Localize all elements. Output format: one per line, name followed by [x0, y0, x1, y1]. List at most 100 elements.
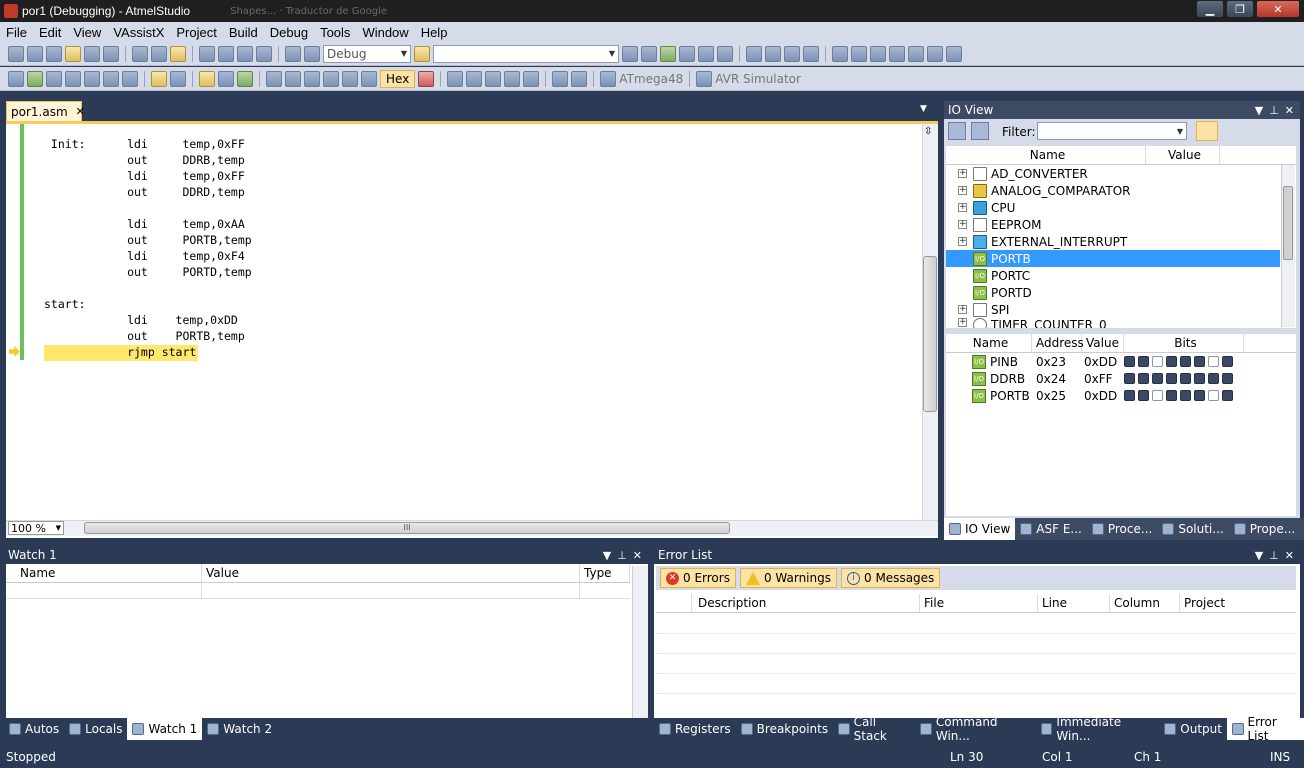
tab-command-window[interactable]: Command Win... [915, 715, 1036, 743]
errors-filter-button[interactable]: ✕ 0 Errors [660, 568, 736, 588]
start-without-debug-icon[interactable] [304, 45, 320, 62]
tree-item-eeprom[interactable]: + EEPROM [946, 216, 1296, 233]
tree-item-portd[interactable]: I/O PORTD [946, 284, 1296, 301]
code-text[interactable]: Init: ldi temp,0xFF out DDRB,temp ldi te… [44, 136, 252, 360]
tab-breakpoints[interactable]: Breakpoints [736, 718, 833, 740]
properties-icon[interactable] [641, 45, 657, 62]
processor-icon[interactable] [523, 70, 540, 87]
watch-icon[interactable] [485, 70, 502, 87]
reset-icon[interactable] [342, 70, 358, 87]
extensions-icon[interactable] [698, 45, 714, 62]
tree-item-analog-comparator[interactable]: + ANALOG_COMPARATOR [946, 182, 1296, 199]
memory-icon[interactable] [447, 70, 464, 87]
bit-toggle[interactable] [1138, 390, 1149, 401]
watch-name-header[interactable]: Name [6, 564, 202, 582]
disassembly-icon[interactable] [361, 70, 377, 87]
description-header[interactable]: Description [692, 594, 920, 612]
toolbox-icon[interactable] [660, 45, 676, 62]
bit-toggle[interactable] [1138, 356, 1149, 367]
tab-output[interactable]: Output [1159, 718, 1227, 740]
bit-toggle[interactable] [1124, 373, 1135, 384]
tree-item-timer-counter-0[interactable]: + TIMER_COUNTER_0 [946, 318, 1296, 328]
tab-solution-explorer[interactable]: Soluti... [1157, 518, 1228, 540]
tab-call-stack[interactable]: Call Stack [833, 715, 915, 743]
hex-toggle-button[interactable]: Hex [380, 69, 416, 88]
bit-toggle[interactable] [1138, 373, 1149, 384]
zoom-select[interactable]: 100 % ▼ [8, 521, 64, 535]
watch-scrollbar[interactable] [632, 566, 648, 718]
close-icon[interactable]: ✕ [1285, 104, 1294, 117]
messages-filter-button[interactable]: i0 Messages [841, 568, 941, 588]
menu-build[interactable]: Build [223, 25, 264, 40]
tab-por1-asm[interactable]: por1.asm ✕ [6, 101, 85, 121]
col-value-header[interactable]: Value [1146, 146, 1220, 164]
dropdown-icon[interactable]: ▼ [1255, 549, 1263, 562]
maximize-button[interactable]: ❐ [1226, 0, 1254, 18]
pin-icon[interactable]: ⊥ [1269, 549, 1279, 562]
step-into-icon[interactable] [266, 70, 282, 87]
new-file-icon[interactable] [46, 45, 62, 62]
reg-address-header[interactable]: Address [1032, 334, 1084, 352]
plugin-icon[interactable] [84, 70, 100, 87]
abc-icon[interactable] [122, 70, 138, 87]
register-row[interactable]: I/O DDRB 0x24 0xFF [946, 370, 1296, 387]
tab-io-view[interactable]: IO View [944, 518, 1016, 540]
pause-icon[interactable] [218, 70, 234, 87]
menu-vassistx[interactable]: VAssistX [107, 25, 170, 40]
close-window-button[interactable]: ✕ [1256, 0, 1300, 18]
show-next-statement-icon[interactable] [199, 70, 215, 87]
step-over-icon[interactable] [285, 70, 301, 87]
continue-icon[interactable] [237, 70, 253, 87]
reg-value-header[interactable]: Value [1082, 334, 1124, 352]
line-header[interactable]: Line [1038, 594, 1110, 612]
bit-toggle[interactable] [1180, 373, 1191, 384]
menu-project[interactable]: Project [170, 25, 222, 40]
build-solution-icon[interactable] [46, 70, 62, 87]
tab-watch-2[interactable]: Watch 2 [202, 718, 277, 740]
bit-toggle[interactable] [1208, 356, 1219, 367]
prev-bookmark-icon[interactable] [851, 45, 867, 62]
column-header[interactable]: Column [1110, 594, 1180, 612]
bit-toggle[interactable] [1166, 356, 1177, 367]
close-icon[interactable]: ✕ [633, 549, 642, 562]
save-icon[interactable] [84, 45, 100, 62]
bit-toggle[interactable] [1166, 373, 1177, 384]
minimize-button[interactable]: ▁ [1196, 0, 1224, 18]
split-icon[interactable]: ⇳ [924, 126, 932, 137]
tab-watch-1[interactable]: Watch 1 [127, 718, 203, 740]
bit-toggle[interactable] [1222, 390, 1233, 401]
registers-icon[interactable] [466, 70, 483, 87]
open-file-icon[interactable] [65, 45, 81, 62]
error-list-rows[interactable] [656, 614, 1296, 714]
pin-icon[interactable]: ⊥ [617, 549, 627, 562]
format-icon[interactable] [103, 70, 119, 87]
tree-item-cpu[interactable]: + CPU [946, 199, 1296, 216]
watch-value-header[interactable]: Value [202, 564, 580, 582]
outdent-icon[interactable] [765, 45, 781, 62]
paste-icon[interactable] [170, 45, 186, 62]
tab-asf-explorer[interactable]: ASF E... [1015, 518, 1087, 540]
register-value[interactable]: 0xDD [1084, 355, 1124, 369]
bit-toggle[interactable] [1180, 390, 1191, 401]
bit-toggle[interactable] [1208, 373, 1219, 384]
tab-properties[interactable]: Prope... [1229, 518, 1300, 540]
tab-registers[interactable]: Registers [654, 718, 736, 740]
solution-explorer-icon[interactable] [622, 45, 638, 62]
tab-dropdown-icon[interactable]: ▼ [920, 104, 927, 114]
save-all-icon[interactable] [103, 45, 119, 62]
step-out-icon[interactable] [304, 70, 320, 87]
register-value[interactable]: 0xDD [1084, 389, 1124, 403]
clear-filter-icon[interactable] [1196, 121, 1218, 141]
locals-icon[interactable] [504, 70, 521, 87]
bit-toggle[interactable] [1152, 356, 1163, 367]
tree-item-external-interrupt[interactable]: + EXTERNAL_INTERRUPT [946, 233, 1296, 250]
search-combo[interactable]: ▼ [433, 44, 619, 63]
next-bookmark-icon[interactable] [870, 45, 886, 62]
dropdown-icon[interactable]: ▼ [1255, 104, 1263, 117]
device-icon[interactable] [600, 70, 617, 87]
menu-edit[interactable]: Edit [33, 25, 67, 40]
io-view-icon[interactable] [552, 70, 569, 87]
editor-hscroll-thumb[interactable]: III [84, 522, 730, 534]
filter-input[interactable]: ▼ [1037, 122, 1187, 140]
bit-toggle[interactable] [1194, 390, 1205, 401]
